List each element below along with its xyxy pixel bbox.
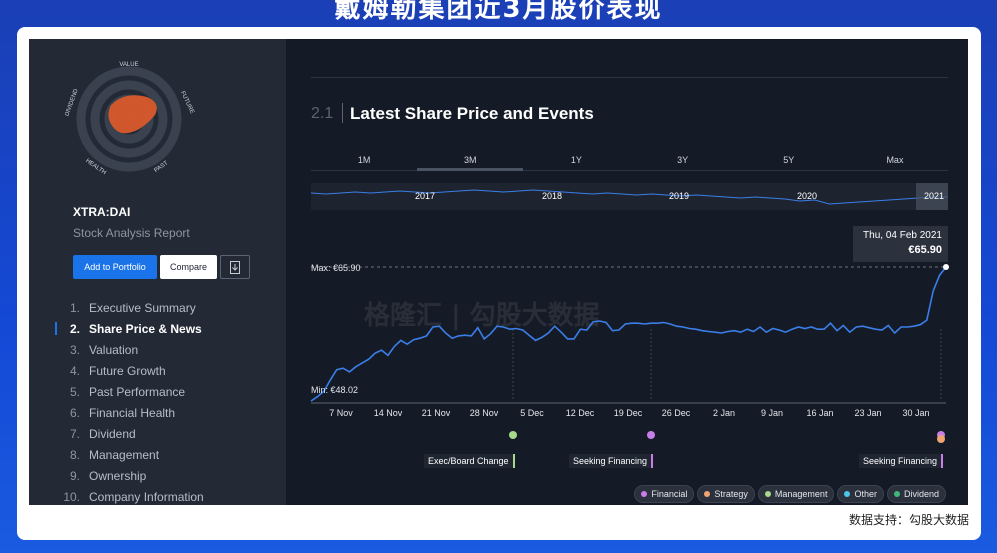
max-label: Max: €65.90	[311, 263, 361, 273]
nav-item-number: 2.	[69, 321, 80, 336]
nav-item-number: 5.	[69, 384, 80, 399]
legend-label: Other	[854, 489, 877, 499]
tooltip-value: €65.90	[908, 244, 942, 256]
legend-dot	[844, 491, 851, 497]
price-line	[310, 266, 947, 402]
nav-item-number: 4.	[69, 363, 80, 378]
legend-strategy[interactable]: Strategy	[697, 485, 755, 503]
main-panel: 2.1 Latest Share Price and Events 1M 3M 1Y…	[286, 39, 968, 505]
nav-item-7[interactable]: 7. Dividend	[29, 423, 286, 444]
nav-item-number: 9.	[69, 468, 80, 483]
download-button[interactable]	[220, 255, 250, 279]
nav-item-number: 8.	[69, 447, 80, 462]
nav-item-number: 10.	[63, 489, 80, 504]
snowflake-label-value: VALUE	[119, 62, 138, 68]
nav-item-label: Executive Summary	[89, 300, 196, 315]
nav-item-9[interactable]: 9. Ownership	[29, 465, 286, 486]
nav-item-8[interactable]: 8. Management	[29, 444, 286, 465]
legend-dot	[893, 491, 900, 497]
event-dot-4[interactable]	[937, 435, 945, 443]
nav-item-6[interactable]: 6. Financial Health	[29, 402, 286, 423]
nav-item-label: Company Information	[89, 489, 204, 504]
legend-dot	[764, 491, 771, 497]
download-icon	[230, 260, 240, 274]
nav-item-label: Financial Health	[89, 405, 176, 420]
nav-item-number: 7.	[69, 426, 80, 441]
nav-item-label: Share Price & News	[89, 321, 202, 336]
min-label: Min: €48.02	[311, 385, 358, 395]
legend-other[interactable]: Other	[837, 485, 884, 503]
event-label-seeking-financing-2[interactable]: Seeking Financing	[859, 454, 944, 468]
x-tick-label: 16 Jan	[806, 408, 833, 418]
nav-item-2[interactable]: 2. Share Price & News	[29, 318, 286, 339]
x-tick-label: 9 Jan	[761, 408, 783, 418]
legend-dividend[interactable]: Dividend	[886, 485, 946, 503]
event-legend: Financial Strategy Management Other Dividend	[634, 485, 946, 503]
x-tick-label: 7 Nov	[329, 408, 353, 418]
data-source-note: 数据支持：勾股大数据	[848, 513, 969, 527]
x-tick-label: 26 Dec	[662, 408, 691, 418]
report-nav: 1. Executive Summary 2. Share Price & News 3…	[29, 297, 286, 505]
event-dot-2[interactable]	[647, 431, 655, 439]
nav-item-label: Dividend	[89, 426, 136, 441]
event-label-exec-board-change[interactable]: Exec/Board Change	[424, 454, 515, 468]
chart-tooltip: Thu, 04 Feb 2021 €65.90	[853, 226, 948, 262]
sidebar: VALUE FUTURE PAST HEALTH DIVIDEND XTRA:D…	[29, 39, 286, 505]
legend-label: Dividend	[903, 489, 939, 499]
nav-item-3[interactable]: 3. Valuation	[29, 339, 286, 360]
snowflake-label-future: FUTURE	[179, 90, 195, 115]
nav-item-number: 6.	[69, 405, 80, 420]
x-tick-label: 14 Nov	[374, 408, 403, 418]
legend-label: Management	[774, 489, 828, 499]
x-tick-label: 28 Nov	[470, 408, 499, 418]
x-tick-label: 21 Nov	[422, 408, 451, 418]
page-title: 戴姆勒集团近3月股价表现	[334, 0, 663, 24]
tooltip-date: Thu, 04 Feb 2021	[863, 230, 942, 241]
stock-analysis-app: VALUE FUTURE PAST HEALTH DIVIDEND XTRA:D…	[29, 39, 968, 505]
legend-dot	[704, 491, 711, 497]
compare-button[interactable]: Compare	[160, 255, 217, 279]
legend-financial[interactable]: Financial	[634, 485, 695, 503]
event-label-seeking-financing-1[interactable]: Seeking Financing	[569, 454, 654, 468]
nav-item-label: Past Performance	[89, 384, 186, 399]
x-tick-label: 5 Dec	[520, 408, 544, 418]
legend-dot	[641, 491, 648, 497]
x-tick-label: 19 Dec	[614, 408, 643, 418]
price-chart[interactable]: Max: €65.90Min: €48.027 Nov 14 Nov 21 Nov 2…	[286, 39, 968, 505]
x-tick-label: 23 Jan	[854, 408, 881, 418]
event-dot-1[interactable]	[509, 431, 517, 439]
nav-item-5[interactable]: 5. Past Performance	[29, 381, 286, 402]
nav-item-4[interactable]: 4. Future Growth	[29, 360, 286, 381]
nav-item-label: Valuation	[89, 342, 139, 357]
add-to-portfolio-button[interactable]: Add to Portfolio	[73, 255, 157, 279]
ticker-symbol: XTRA:DAI	[73, 205, 131, 219]
nav-item-label: Management	[89, 447, 160, 462]
x-tick-label: 30 Jan	[902, 408, 929, 418]
report-card: VALUE FUTURE PAST HEALTH DIVIDEND XTRA:D…	[17, 27, 981, 540]
legend-label: Strategy	[714, 489, 748, 499]
snowflake-chart: VALUE FUTURE PAST HEALTH DIVIDEND	[65, 62, 195, 176]
nav-item-1[interactable]: 1. Executive Summary	[29, 297, 286, 318]
nav-item-label: Ownership	[89, 468, 147, 483]
legend-label: Financial	[651, 489, 688, 499]
report-subtitle: Stock Analysis Report	[73, 226, 190, 240]
legend-management[interactable]: Management	[757, 485, 835, 503]
nav-item-number: 3.	[69, 342, 80, 357]
latest-price-point[interactable]	[943, 264, 949, 270]
x-tick-label: 12 Dec	[566, 408, 595, 418]
x-tick-label: 2 Jan	[713, 408, 735, 418]
nav-item-10[interactable]: 10. Company Information	[29, 486, 286, 505]
nav-item-label: Future Growth	[89, 363, 166, 378]
nav-item-number: 1.	[69, 300, 80, 315]
